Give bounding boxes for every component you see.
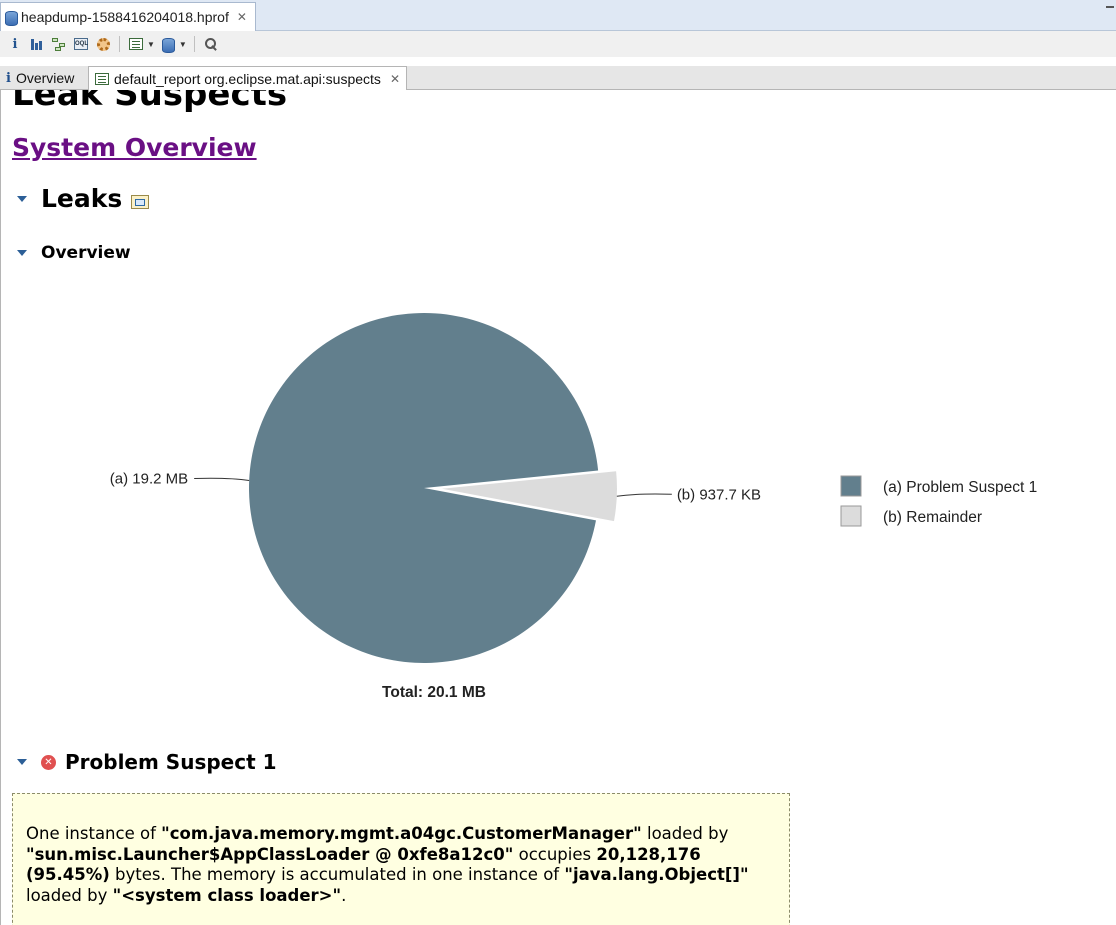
minimize-icon[interactable] <box>1106 6 1114 8</box>
problem-suspect-header[interactable]: ✕ Problem Suspect 1 <box>17 750 277 774</box>
info-icon: i <box>6 70 11 86</box>
collapse-triangle-icon[interactable] <box>17 250 27 256</box>
class-loader: "sun.misc.Launcher$AppClassLoader @ 0xfe… <box>26 844 514 864</box>
search-icon[interactable] <box>202 35 220 53</box>
chart-total: Total: 20.1 MB <box>382 684 486 701</box>
overview-section-header[interactable]: Overview <box>17 243 131 263</box>
editor-tab-bar: heapdump-1588416204018.hprof ✕ <box>0 0 1116 31</box>
tab-default-report[interactable]: default_report org.eclipse.mat.api:suspe… <box>88 66 407 91</box>
oql-icon[interactable]: OQL <box>72 35 90 53</box>
overview-heading: Overview <box>41 243 131 263</box>
slice-label: (b) 937.7 KB <box>677 486 761 503</box>
info-icon[interactable]: i <box>6 35 24 53</box>
legend-swatch <box>840 475 862 497</box>
object-type: "java.lang.Object[]" <box>564 865 749 884</box>
message-text: One instance of <box>26 824 162 843</box>
tab-overview[interactable]: i Overview <box>0 66 80 90</box>
error-icon: ✕ <box>41 754 56 770</box>
toolbar-separator <box>193 36 195 52</box>
system-overview-link[interactable]: System Overview <box>12 133 257 162</box>
chevron-down-icon[interactable]: ▼ <box>147 40 155 49</box>
editor-tab-label: heapdump-1588416204018.hprof <box>21 9 229 25</box>
toolbar: i OQL ▼ ▼ <box>0 31 1116 57</box>
chevron-down-icon[interactable]: ▼ <box>179 40 187 49</box>
thread-overview-icon[interactable] <box>94 35 112 53</box>
class-name: "com.java.memory.mgmt.a04gc.CustomerMana… <box>161 824 642 843</box>
leaks-heading: Leaks <box>41 184 123 213</box>
leaks-section-header[interactable]: Leaks <box>17 184 150 213</box>
slice-label: (a) 19.2 MB <box>110 470 188 487</box>
database-icon <box>5 10 18 26</box>
toolbar-separator <box>119 36 120 52</box>
message-text: occupies <box>513 844 597 864</box>
close-icon[interactable]: ✕ <box>237 10 247 24</box>
retained-bytes: 20,128,176 <box>596 844 701 864</box>
editor-tab-heapdump[interactable]: heapdump-1588416204018.hprof ✕ <box>0 2 256 31</box>
leader-line <box>194 477 250 481</box>
leader-line <box>616 493 672 497</box>
retained-percent: (95.45%) <box>26 865 110 884</box>
pie-chart: (a) 19.2 MB (a) Problem Suspect 1 (b) 937.… <box>110 313 1037 701</box>
message-text: loaded by <box>641 824 729 843</box>
details-icon[interactable] <box>131 194 150 209</box>
view-tab-bar: i Overview default_report org.eclipse.ma… <box>0 66 1116 91</box>
dominator-tree-icon[interactable] <box>50 35 68 53</box>
close-icon[interactable]: ✕ <box>390 72 400 86</box>
page-title: Leak Suspects <box>12 90 288 114</box>
run-report-icon[interactable] <box>127 35 145 53</box>
message-text: bytes. The memory is accumulated in one … <box>109 865 565 884</box>
tab-report-label: default_report org.eclipse.mat.api:suspe… <box>114 70 381 87</box>
report-content: Leak Suspects System Overview Leaks Over… <box>0 90 1116 925</box>
suspect-heading: Problem Suspect 1 <box>65 750 277 774</box>
suspect-description: One instance of "com.java.memory.mgmt.a0… <box>12 793 790 925</box>
legend-label: (b) Remainder <box>883 509 982 526</box>
message-text: loaded by <box>26 885 113 905</box>
report-icon <box>95 72 109 85</box>
collapse-triangle-icon[interactable] <box>17 759 27 765</box>
system-class-loader: "<system class loader>" <box>112 885 342 905</box>
legend-label: (a) Problem Suspect 1 <box>883 479 1037 496</box>
collapse-triangle-icon[interactable] <box>17 195 27 202</box>
histogram-icon[interactable] <box>28 35 46 53</box>
query-browser-icon[interactable] <box>159 35 177 53</box>
message-text: . <box>341 885 347 905</box>
legend-swatch <box>840 505 862 527</box>
tab-overview-label: Overview <box>15 70 75 86</box>
